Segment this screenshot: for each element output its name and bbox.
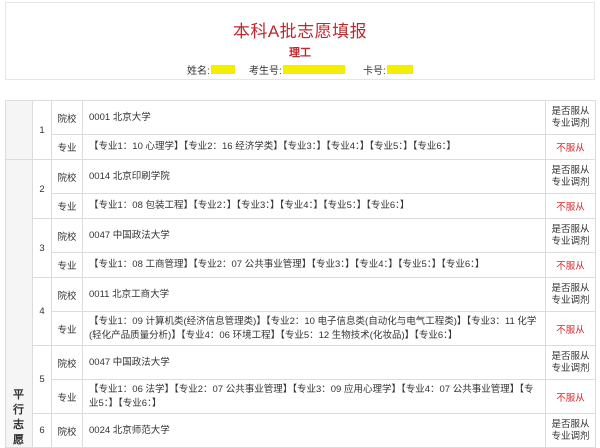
- entry-4-index: 4: [32, 277, 52, 346]
- side-blank: [5, 100, 33, 160]
- entry-5-obey-status: 不服从: [545, 379, 596, 414]
- entry-6-school-name: 0024 北京师范大学: [82, 413, 546, 448]
- entry-5-major-row: 专业 【专业1：06 法学】【专业2：07 公共事业管理】【专业3：09 应用心…: [6, 379, 596, 414]
- entry-2-obey-header: 是否服从 专业调剂: [545, 159, 596, 194]
- entry-6-obey-header: 是否服从 专业调剂: [545, 413, 596, 448]
- entry-4-major-row: 专业 【专业1：09 计算机类(经济信息管理类)】【专业2：10 电子信息类(自…: [6, 311, 596, 346]
- entry-6-school-type: 院校: [51, 413, 83, 448]
- entry-3-school-row: 3 院校 0047 中国政法大学 是否服从 专业调剂: [6, 218, 596, 278]
- entry-4-majors: 【专业1：09 计算机类(经济信息管理类)】【专业2：10 电子信息类(自动化与…: [82, 311, 546, 346]
- entry-3-school-name: 0047 中国政法大学: [82, 218, 546, 253]
- entry-2-major-type: 专业: [51, 193, 83, 219]
- card-number-redacted: [386, 65, 413, 74]
- entry-1-school-row: 1 院校 0001 北京大学 是否服从 专业调剂: [5, 100, 596, 160]
- entry-1-major-type: 专业: [51, 134, 83, 160]
- page-title: 本科A批志愿填报: [232, 22, 368, 41]
- entry-4-obey-header: 是否服从 专业调剂: [545, 277, 596, 312]
- entry-3-major-row: 专业 【专业1：08 工商管理】【专业2：07 公共事业管理】【专业3：】【专业…: [6, 252, 596, 278]
- entry-2-obey-status: 不服从: [545, 193, 596, 219]
- form-header: 本科A批志愿填报 理工 姓名: 考生号: 卡号:: [5, 2, 595, 80]
- entry-5-school-type: 院校: [51, 345, 83, 380]
- entry-2-school-name: 0014 北京印刷学院: [82, 159, 546, 194]
- entry-1-index: 1: [32, 100, 52, 160]
- entry-1-school-type: 院校: [51, 100, 83, 135]
- name-field: 姓名:: [187, 62, 235, 77]
- entry-2-index: 2: [32, 159, 52, 219]
- entry-5-obey-header: 是否服从 专业调剂: [545, 345, 596, 380]
- exam-number-label: 考生号:: [249, 66, 282, 77]
- entry-2-school-type: 院校: [51, 159, 83, 194]
- exam-number-redacted: [282, 65, 345, 74]
- entry-4-school-name: 0011 北京工商大学: [82, 277, 546, 312]
- entry-4-school-type: 院校: [51, 277, 83, 312]
- entry-2-school-row: 2 院校 0014 北京印刷学院 是否服从 专业调剂: [5, 159, 596, 448]
- entry-6-index: 6: [32, 413, 52, 448]
- entry-5-school-name: 0047 中国政法大学: [82, 345, 546, 380]
- entry-3-index: 3: [32, 218, 52, 278]
- entry-5-school-row: 5 院校 0047 中国政法大学 是否服从 专业调剂: [6, 345, 596, 414]
- entry-3-school-type: 院校: [51, 218, 83, 253]
- entry-5-index: 5: [32, 345, 52, 414]
- card-number-field: 卡号:: [363, 62, 413, 77]
- entry-3-major-type: 专业: [51, 252, 83, 278]
- entry-6-school-row: 6 院校 0024 北京师范大学 是否服从 专业调剂: [6, 413, 596, 448]
- name-redacted: [210, 65, 235, 74]
- entry-4-obey-status: 不服从: [545, 311, 596, 346]
- side-label-char-3: 志: [13, 419, 24, 431]
- name-label: 姓名:: [187, 66, 210, 77]
- student-info-row: 姓名: 考生号: 卡号:: [6, 62, 594, 77]
- volunteer-table: 1 院校 0001 北京大学 是否服从 专业调剂 专业 【专业1：10 心理学】…: [5, 100, 596, 448]
- exam-number-field: 考生号:: [249, 62, 345, 77]
- entry-2-major-row: 专业 【专业1：08 包装工程】【专业2：】【专业3：】【专业4：】【专业5：】…: [6, 193, 596, 219]
- side-label-char-1: 平: [13, 389, 24, 401]
- side-label-char-2: 行: [13, 404, 24, 416]
- entry-1-obey-header: 是否服从 专业调剂: [545, 100, 596, 135]
- entry-3-obey-status: 不服从: [545, 252, 596, 278]
- entry-5-major-type: 专业: [51, 379, 83, 414]
- entry-1-obey-status: 不服从: [545, 134, 596, 160]
- entry-4-school-row: 4 院校 0011 北京工商大学 是否服从 专业调剂: [6, 277, 596, 346]
- entry-3-obey-header: 是否服从 专业调剂: [545, 218, 596, 253]
- card-number-label: 卡号:: [363, 66, 386, 77]
- entry-4-major-type: 专业: [51, 311, 83, 346]
- entry-1-major-row: 专业 【专业1：10 心理学】【专业2：16 经济学类】【专业3：】【专业4：】…: [6, 134, 596, 160]
- entry-1-majors: 【专业1：10 心理学】【专业2：16 经济学类】【专业3：】【专业4：】【专业…: [82, 134, 546, 160]
- entry-2-majors: 【专业1：08 包装工程】【专业2：】【专业3：】【专业4：】【专业5：】【专业…: [82, 193, 546, 219]
- batch-subtitle: 理工: [289, 47, 311, 59]
- parallel-volunteer-label: 平 行 志 愿: [13, 388, 27, 448]
- entry-3-majors: 【专业1：08 工商管理】【专业2：07 公共事业管理】【专业3：】【专业4：】…: [82, 252, 546, 278]
- entry-5-majors: 【专业1：06 法学】【专业2：07 公共事业管理】【专业3：09 应用心理学】…: [82, 379, 546, 414]
- entry-1-school-name: 0001 北京大学: [82, 100, 546, 135]
